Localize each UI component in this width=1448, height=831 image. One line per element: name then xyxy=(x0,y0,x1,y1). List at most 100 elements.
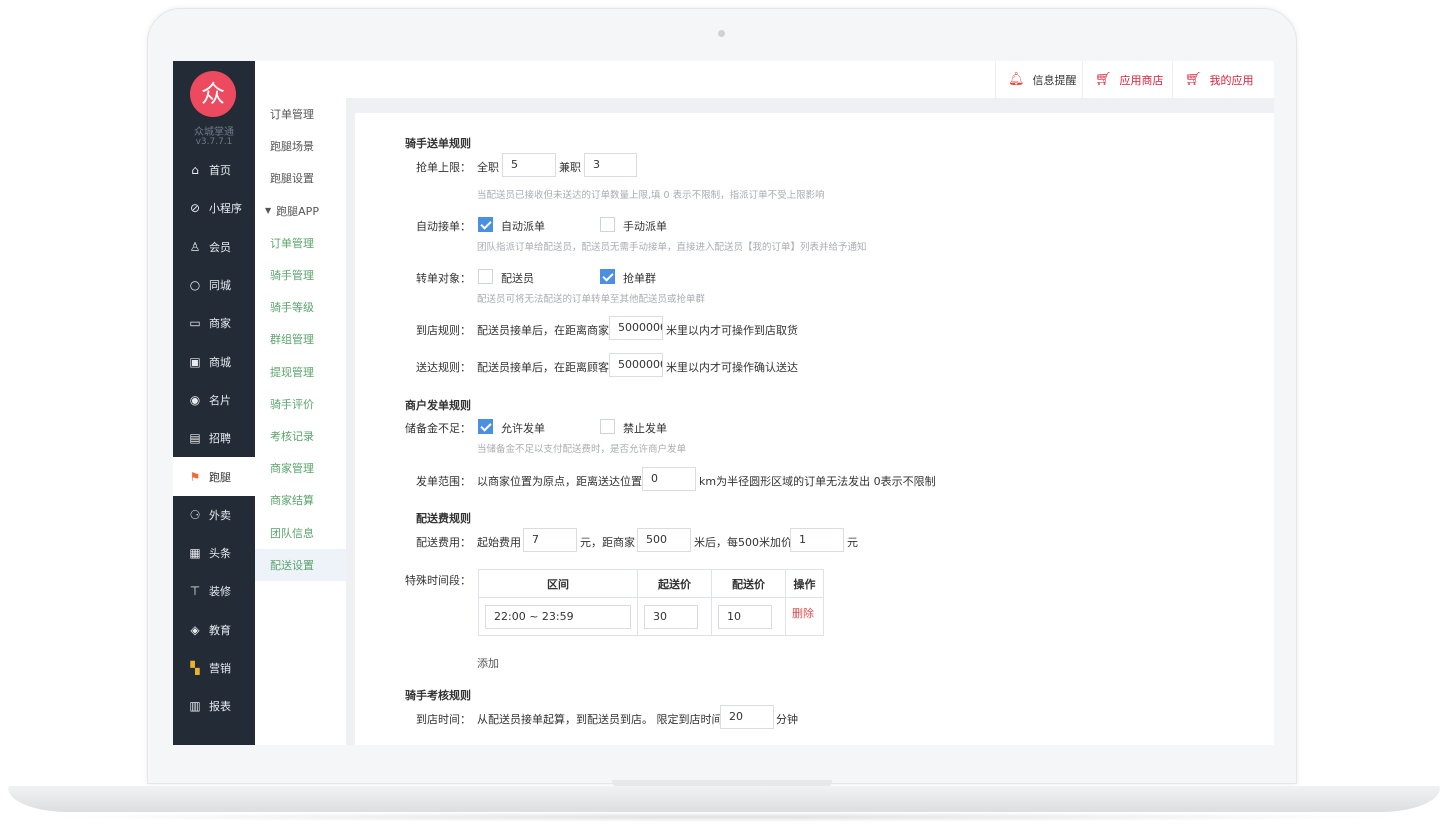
home-icon: ⌂ xyxy=(191,163,199,178)
delivery-price-input[interactable]: 10 xyxy=(718,604,772,629)
time-range-input[interactable]: 22:00 ~ 23:59 xyxy=(485,604,631,629)
app-store-button[interactable]: 🛒︎ 应用商店 xyxy=(1082,61,1176,98)
transfer-group-checkbox[interactable] xyxy=(600,269,615,284)
news-icon: ▦ xyxy=(189,546,201,561)
sidebar-item-city[interactable]: ○ 同城 xyxy=(173,266,255,304)
subnav-group-errand-app[interactable]: ▼ 跑腿APP xyxy=(255,195,346,227)
main-sidebar: 众 众城掌通 v3.7.7.1 ⌂ 首页 ⊘ 小程序 ♙ 会员 ○ 同城 ▭ 商家 ▣ 商城… xyxy=(173,61,255,745)
arrive-rule-prefix: 配送员接单后，在距离商家 xyxy=(477,324,609,337)
sidebar-item-label: 报表 xyxy=(209,700,231,714)
allow-order-checkbox[interactable] xyxy=(478,419,493,434)
full-time-limit-input[interactable]: 5 xyxy=(502,153,556,177)
brand-name: 众城掌通 xyxy=(194,127,234,138)
section-title-merchant-rules: 商户发单规则 xyxy=(405,399,471,412)
delivery-icon: ⚆ xyxy=(189,507,201,522)
grab-limit-hint: 当配送员已接收但未送达的订单数量上限,填 0 表示不限制，指派订单不受上限影响 xyxy=(477,190,825,201)
base-distance-input[interactable]: 500 xyxy=(637,528,691,552)
my-apps-label: 我的应用 xyxy=(1209,73,1254,87)
sidebar-item-news[interactable]: ▦ 头条 xyxy=(173,534,255,572)
range-prefix: 以商家位置为原点，距离送达位置 xyxy=(477,475,642,488)
sidebar-item-card[interactable]: ◉ 名片 xyxy=(173,381,255,419)
subnav-item[interactable]: 团队信息 xyxy=(255,516,346,548)
arrive-rule-label: 到店规则： xyxy=(416,324,471,337)
start-fee-input[interactable]: 7 xyxy=(523,528,577,552)
subnav-item[interactable]: 订单管理 xyxy=(255,227,346,259)
part-time-limit-input[interactable]: 3 xyxy=(584,153,637,177)
subnav-item[interactable]: 商家结算 xyxy=(255,484,346,516)
sidebar-item-decoration[interactable]: ⊤ 装修 xyxy=(173,572,255,610)
mall-icon: ▣ xyxy=(189,354,201,369)
sidebar-item-recruit[interactable]: ▤ 招聘 xyxy=(173,419,255,457)
main-nav: ⌂ 首页 ⊘ 小程序 ♙ 会员 ○ 同城 ▭ 商家 ▣ 商城 ◉ 名片 ▤ 招聘 ⚑ 跑腿 ⚆ 外卖… xyxy=(173,151,255,725)
subnav-item[interactable]: 骑手管理 xyxy=(255,259,346,291)
subnav-item[interactable]: 骑手等级 xyxy=(255,291,346,323)
deliver-distance-input[interactable]: 5000000 xyxy=(609,353,663,377)
sidebar-item-education[interactable]: ◈ 教育 xyxy=(173,611,255,649)
sidebar-item-home[interactable]: ⌂ 首页 xyxy=(173,151,255,189)
table-cell: 30 xyxy=(637,597,712,636)
brand-logo[interactable]: 众 xyxy=(190,71,236,117)
transfer-hint: 配送员可将无法配送的订单转单至其他配送员或抢单群 xyxy=(477,294,706,305)
add-time-slot-link[interactable]: 添加 xyxy=(477,655,499,671)
transfer-rider-checkbox[interactable] xyxy=(478,269,493,284)
deliver-rule-label: 送达规则： xyxy=(416,361,471,374)
sidebar-item-label: 名片 xyxy=(209,393,231,407)
table-header-row: 区间 起送价 配送价 操作 xyxy=(478,569,824,598)
sidebar-item-label: 营销 xyxy=(209,662,231,675)
subnav-group-label: 跑腿APP xyxy=(276,204,319,218)
app-store-label: 应用商店 xyxy=(1119,73,1164,87)
table-row: 22:00 ~ 23:59 30 10 删除 xyxy=(478,597,824,636)
sidebar-item-errand[interactable]: ⚑ 跑腿 xyxy=(173,457,255,496)
deliver-rule-prefix: 配送员接单后，在距离顾客 xyxy=(477,361,609,374)
sidebar-item-member[interactable]: ♙ 会员 xyxy=(173,228,255,266)
sidebar-item-merchant[interactable]: ▭ 商家 xyxy=(173,304,255,342)
auto-accept-hint: 团队指派订单给配送员，配送员无需手动接单，直接进入配送员【我的订单】列表并给予通… xyxy=(477,242,867,253)
subnav-item[interactable]: 订单管理 xyxy=(255,98,346,130)
reserve-label: 储备金不足： xyxy=(405,422,471,435)
delete-link[interactable]: 删除 xyxy=(792,607,814,620)
sidebar-item-label: 装修 xyxy=(209,585,231,599)
sidebar-item-label: 首页 xyxy=(209,164,231,178)
subnav-item[interactable]: 骑手评价 xyxy=(255,388,346,420)
paint-roller-icon: ⊤ xyxy=(189,584,201,599)
arrive-distance-input[interactable]: 5000000 xyxy=(609,316,663,340)
notify-button[interactable]: 🔔︎ 信息提醒 xyxy=(995,61,1089,98)
shop-icon: ▭ xyxy=(189,316,201,331)
sidebar-item-report[interactable]: ▥ 报表 xyxy=(173,687,255,725)
arrive-time-input[interactable]: 20 xyxy=(720,705,774,729)
add-fee-input[interactable]: 1 xyxy=(790,528,844,552)
arrive-time-suffix: 分钟 xyxy=(776,713,798,726)
transfer-group-label: 抢单群 xyxy=(623,272,656,285)
subnav-item[interactable]: 跑腿场景 xyxy=(255,130,346,162)
arrive-rule-suffix: 米里以内才可操作到店取货 xyxy=(666,324,798,337)
forbid-order-checkbox[interactable] xyxy=(600,419,615,434)
subnav-item[interactable]: 商家管理 xyxy=(255,452,346,484)
screen: 众 众城掌通 v3.7.7.1 ⌂ 首页 ⊘ 小程序 ♙ 会员 ○ 同城 ▭ 商家 ▣ 商城… xyxy=(173,61,1274,745)
sidebar-item-label: 小程序 xyxy=(209,202,242,216)
subnav-item-delivery-settings[interactable]: 配送设置 xyxy=(255,548,346,581)
range-input[interactable]: 0 xyxy=(642,467,696,491)
sidebar-item-takeout[interactable]: ⚆ 外卖 xyxy=(173,496,255,534)
manual-dispatch-checkbox[interactable] xyxy=(600,217,615,232)
my-apps-button[interactable]: 🛒︎ 我的应用 xyxy=(1172,61,1266,98)
forbid-order-label: 禁止发单 xyxy=(623,422,667,435)
sidebar-item-mall[interactable]: ▣ 商城 xyxy=(173,342,255,380)
user-icon: ♙ xyxy=(189,239,201,254)
subnav-item[interactable]: 跑腿设置 xyxy=(255,162,346,194)
subnav-item[interactable]: 提现管理 xyxy=(255,356,346,388)
sidebar-item-miniprogram[interactable]: ⊘ 小程序 xyxy=(173,189,255,227)
fee-unit-1: 元，距商家 xyxy=(580,536,635,549)
report-icon: ▥ xyxy=(189,699,201,714)
fee-label: 配送费用： xyxy=(416,536,471,549)
subnav-item[interactable]: 群组管理 xyxy=(255,323,346,355)
table-cell: 删除 xyxy=(785,597,824,636)
sidebar-item-marketing[interactable]: ▚ 营销 xyxy=(173,649,255,687)
subnav-item[interactable]: 考核记录 xyxy=(255,420,346,452)
start-price-input[interactable]: 30 xyxy=(644,604,698,629)
start-fee-label: 起始费用 xyxy=(477,536,521,549)
column-header: 操作 xyxy=(785,569,824,598)
card-icon: ◉ xyxy=(189,392,201,407)
transfer-rider-label: 配送员 xyxy=(501,272,534,285)
auto-dispatch-checkbox[interactable] xyxy=(478,217,493,232)
table-cell: 22:00 ~ 23:59 xyxy=(478,597,638,636)
